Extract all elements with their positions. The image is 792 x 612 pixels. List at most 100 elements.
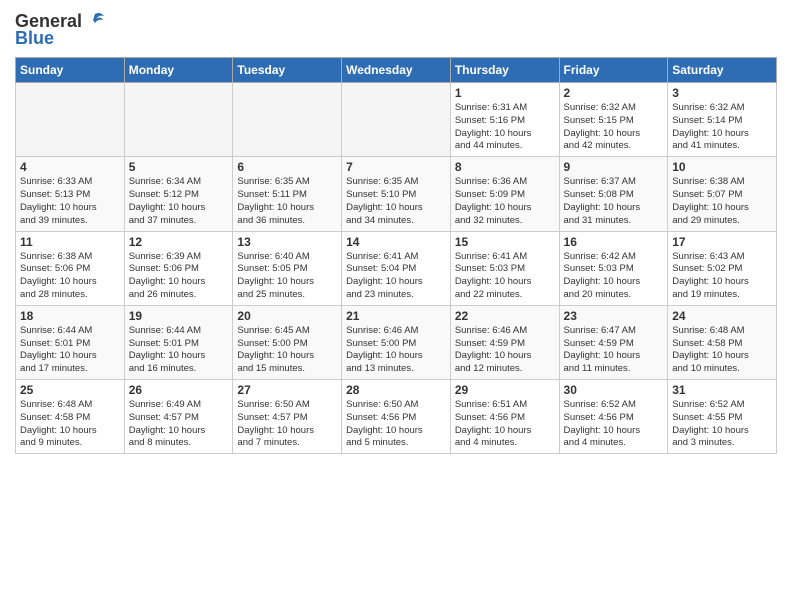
- day-info: Sunrise: 6:48 AM Sunset: 4:58 PM Dayligh…: [20, 399, 120, 450]
- day-of-week-header: Thursday: [450, 58, 559, 83]
- day-info: Sunrise: 6:44 AM Sunset: 5:01 PM Dayligh…: [129, 325, 229, 376]
- logo-bird-icon: [84, 10, 106, 32]
- day-number: 3: [672, 86, 772, 100]
- calendar-cell: 6 Sunrise: 6:35 AM Sunset: 5:11 PM Daylig…: [233, 157, 342, 231]
- day-number: 15: [455, 235, 555, 249]
- day-of-week-header: Friday: [559, 58, 668, 83]
- day-number: 4: [20, 160, 120, 174]
- calendar-cell: [124, 83, 233, 157]
- calendar-cell: 21Sunrise: 6:46 AM Sunset: 5:00 PM Dayli…: [342, 305, 451, 379]
- calendar-cell: 25 Sunrise: 6:48 AM Sunset: 4:58 PM Dayli…: [16, 380, 125, 454]
- day-number: 10: [672, 160, 772, 174]
- page-header: General Blue: [15, 10, 777, 49]
- day-info: Sunrise: 6:32 AM Sunset: 5:14 PM Dayligh…: [672, 102, 772, 153]
- day-number: 2: [564, 86, 664, 100]
- calendar-cell: 4 Sunrise: 6:33 AM Sunset: 5:13 PM Daylig…: [16, 157, 125, 231]
- calendar-cell: 13 Sunrise: 6:40 AM Sunset: 5:05 PM Dayli…: [233, 231, 342, 305]
- day-number: 6: [237, 160, 337, 174]
- day-info: Sunrise: 6:48 AM Sunset: 4:58 PM Dayligh…: [672, 325, 772, 376]
- day-number: 24: [672, 309, 772, 323]
- calendar-cell: 31 Sunrise: 6:52 AM Sunset: 4:55 PM Dayli…: [668, 380, 777, 454]
- day-number: 19: [129, 309, 229, 323]
- calendar-cell: 14 Sunrise: 6:41 AM Sunset: 5:04 PM Dayli…: [342, 231, 451, 305]
- calendar-header-row: SundayMondayTuesdayWednesdayThursdayFrid…: [16, 58, 777, 83]
- day-number: 1: [455, 86, 555, 100]
- day-info: Sunrise: 6:35 AM Sunset: 5:10 PM Dayligh…: [346, 176, 446, 227]
- calendar-cell: 20 Sunrise: 6:45 AM Sunset: 5:00 PM Dayli…: [233, 305, 342, 379]
- day-number: 30: [564, 383, 664, 397]
- day-number: 16: [564, 235, 664, 249]
- calendar-cell: 26 Sunrise: 6:49 AM Sunset: 4:57 PM Dayli…: [124, 380, 233, 454]
- day-info: Sunrise: 6:37 AM Sunset: 5:08 PM Dayligh…: [564, 176, 664, 227]
- calendar-cell: 19 Sunrise: 6:44 AM Sunset: 5:01 PM Dayli…: [124, 305, 233, 379]
- calendar-week-row: 11 Sunrise: 6:38 AM Sunset: 5:06 PM Dayli…: [16, 231, 777, 305]
- calendar-cell: 12Sunrise: 6:39 AM Sunset: 5:06 PM Dayli…: [124, 231, 233, 305]
- day-info: Sunrise: 6:41 AM Sunset: 5:03 PM Dayligh…: [455, 251, 555, 302]
- day-info: Sunrise: 6:52 AM Sunset: 4:55 PM Dayligh…: [672, 399, 772, 450]
- calendar-cell: 9Sunrise: 6:37 AM Sunset: 5:08 PM Daylig…: [559, 157, 668, 231]
- day-of-week-header: Wednesday: [342, 58, 451, 83]
- day-info: Sunrise: 6:38 AM Sunset: 5:07 PM Dayligh…: [672, 176, 772, 227]
- calendar-cell: 23Sunrise: 6:47 AM Sunset: 4:59 PM Dayli…: [559, 305, 668, 379]
- day-of-week-header: Sunday: [16, 58, 125, 83]
- day-info: Sunrise: 6:35 AM Sunset: 5:11 PM Dayligh…: [237, 176, 337, 227]
- calendar-cell: 7 Sunrise: 6:35 AM Sunset: 5:10 PM Daylig…: [342, 157, 451, 231]
- day-info: Sunrise: 6:50 AM Sunset: 4:56 PM Dayligh…: [346, 399, 446, 450]
- logo: General Blue: [15, 10, 106, 49]
- calendar-cell: 22Sunrise: 6:46 AM Sunset: 4:59 PM Dayli…: [450, 305, 559, 379]
- calendar-week-row: 25 Sunrise: 6:48 AM Sunset: 4:58 PM Dayli…: [16, 380, 777, 454]
- day-info: Sunrise: 6:43 AM Sunset: 5:02 PM Dayligh…: [672, 251, 772, 302]
- day-number: 17: [672, 235, 772, 249]
- day-number: 20: [237, 309, 337, 323]
- calendar-cell: 5 Sunrise: 6:34 AM Sunset: 5:12 PM Daylig…: [124, 157, 233, 231]
- day-info: Sunrise: 6:38 AM Sunset: 5:06 PM Dayligh…: [20, 251, 120, 302]
- day-number: 5: [129, 160, 229, 174]
- day-number: 31: [672, 383, 772, 397]
- calendar-cell: [16, 83, 125, 157]
- calendar-cell: 17 Sunrise: 6:43 AM Sunset: 5:02 PM Dayli…: [668, 231, 777, 305]
- day-info: Sunrise: 6:50 AM Sunset: 4:57 PM Dayligh…: [237, 399, 337, 450]
- day-info: Sunrise: 6:46 AM Sunset: 4:59 PM Dayligh…: [455, 325, 555, 376]
- day-of-week-header: Monday: [124, 58, 233, 83]
- day-info: Sunrise: 6:39 AM Sunset: 5:06 PM Dayligh…: [129, 251, 229, 302]
- calendar-cell: 16 Sunrise: 6:42 AM Sunset: 5:03 PM Dayli…: [559, 231, 668, 305]
- logo-blue-text: Blue: [15, 28, 54, 49]
- calendar-cell: 30Sunrise: 6:52 AM Sunset: 4:56 PM Dayli…: [559, 380, 668, 454]
- day-number: 29: [455, 383, 555, 397]
- day-info: Sunrise: 6:49 AM Sunset: 4:57 PM Dayligh…: [129, 399, 229, 450]
- calendar-cell: 10 Sunrise: 6:38 AM Sunset: 5:07 PM Dayli…: [668, 157, 777, 231]
- calendar-cell: 18 Sunrise: 6:44 AM Sunset: 5:01 PM Dayli…: [16, 305, 125, 379]
- day-number: 11: [20, 235, 120, 249]
- day-info: Sunrise: 6:45 AM Sunset: 5:00 PM Dayligh…: [237, 325, 337, 376]
- calendar-cell: 11 Sunrise: 6:38 AM Sunset: 5:06 PM Dayli…: [16, 231, 125, 305]
- day-number: 26: [129, 383, 229, 397]
- calendar-week-row: 4 Sunrise: 6:33 AM Sunset: 5:13 PM Daylig…: [16, 157, 777, 231]
- day-info: Sunrise: 6:33 AM Sunset: 5:13 PM Dayligh…: [20, 176, 120, 227]
- day-number: 14: [346, 235, 446, 249]
- day-number: 7: [346, 160, 446, 174]
- calendar-cell: 28 Sunrise: 6:50 AM Sunset: 4:56 PM Dayli…: [342, 380, 451, 454]
- day-info: Sunrise: 6:47 AM Sunset: 4:59 PM Dayligh…: [564, 325, 664, 376]
- day-info: Sunrise: 6:42 AM Sunset: 5:03 PM Dayligh…: [564, 251, 664, 302]
- day-number: 18: [20, 309, 120, 323]
- calendar-cell: 27Sunrise: 6:50 AM Sunset: 4:57 PM Dayli…: [233, 380, 342, 454]
- calendar-cell: 15 Sunrise: 6:41 AM Sunset: 5:03 PM Dayli…: [450, 231, 559, 305]
- day-info: Sunrise: 6:40 AM Sunset: 5:05 PM Dayligh…: [237, 251, 337, 302]
- calendar-week-row: 1Sunrise: 6:31 AM Sunset: 5:16 PM Daylig…: [16, 83, 777, 157]
- day-info: Sunrise: 6:32 AM Sunset: 5:15 PM Dayligh…: [564, 102, 664, 153]
- day-number: 25: [20, 383, 120, 397]
- day-number: 13: [237, 235, 337, 249]
- day-info: Sunrise: 6:41 AM Sunset: 5:04 PM Dayligh…: [346, 251, 446, 302]
- calendar-cell: 1Sunrise: 6:31 AM Sunset: 5:16 PM Daylig…: [450, 83, 559, 157]
- day-info: Sunrise: 6:34 AM Sunset: 5:12 PM Dayligh…: [129, 176, 229, 227]
- day-info: Sunrise: 6:51 AM Sunset: 4:56 PM Dayligh…: [455, 399, 555, 450]
- day-number: 21: [346, 309, 446, 323]
- calendar-table: SundayMondayTuesdayWednesdayThursdayFrid…: [15, 57, 777, 454]
- day-number: 28: [346, 383, 446, 397]
- day-info: Sunrise: 6:44 AM Sunset: 5:01 PM Dayligh…: [20, 325, 120, 376]
- calendar-week-row: 18 Sunrise: 6:44 AM Sunset: 5:01 PM Dayli…: [16, 305, 777, 379]
- calendar-cell: [342, 83, 451, 157]
- day-number: 8: [455, 160, 555, 174]
- calendar-cell: 29 Sunrise: 6:51 AM Sunset: 4:56 PM Dayli…: [450, 380, 559, 454]
- calendar-cell: 8Sunrise: 6:36 AM Sunset: 5:09 PM Daylig…: [450, 157, 559, 231]
